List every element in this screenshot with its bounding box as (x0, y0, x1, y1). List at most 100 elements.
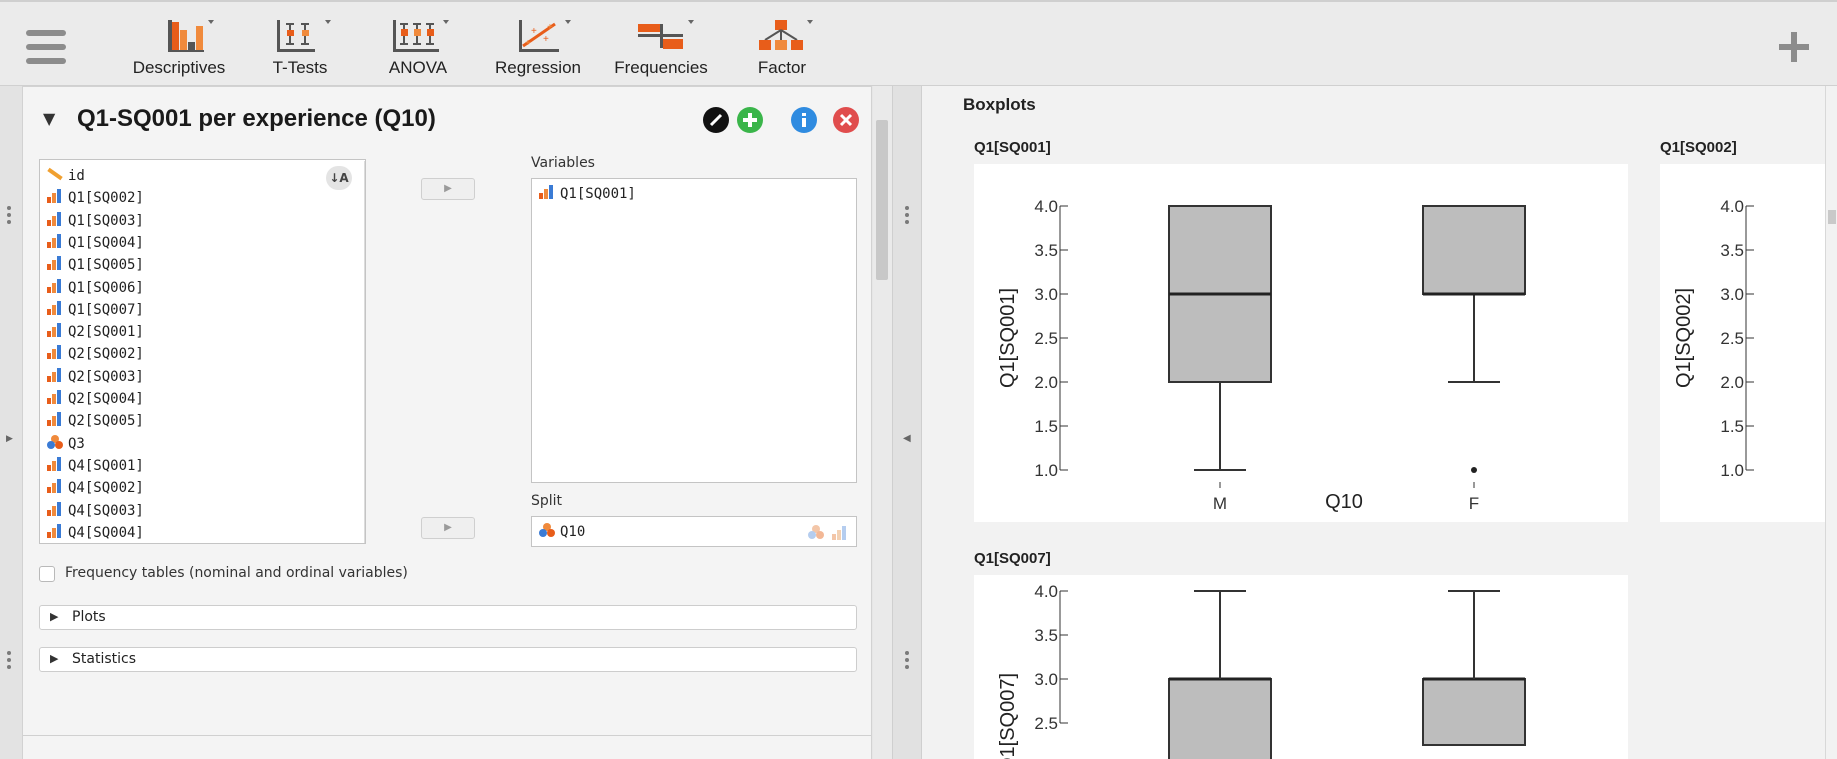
info-icon[interactable] (791, 107, 817, 133)
split-type-hint-icon (806, 524, 850, 544)
add-icon[interactable] (737, 107, 763, 133)
plus-icon[interactable] (1775, 28, 1813, 66)
y-tick-label: 1.5 (1034, 417, 1058, 436)
selected-variable-label: Q1[SQ001] (560, 186, 636, 202)
y-tick-label: 2.5 (1034, 329, 1058, 348)
variable-list-item[interactable]: Q1[SQ006] (46, 277, 144, 299)
ordinal-variable-icon (46, 523, 64, 538)
y-tick-label: 3.0 (1034, 670, 1058, 689)
variable-list-item[interactable]: id (46, 165, 85, 187)
edit-icon[interactable] (703, 107, 729, 133)
drag-grip-icon[interactable] (905, 651, 909, 672)
close-icon[interactable] (833, 107, 859, 133)
ordinal-variable-icon (46, 278, 64, 293)
variable-name: Q1[SQ006] (68, 279, 144, 296)
variable-list-item[interactable]: Q2[SQ003] (46, 366, 144, 388)
variable-list-item[interactable]: Q4[SQ004] (46, 522, 144, 543)
variable-name: Q2[SQ002] (68, 346, 144, 363)
id-variable-icon (46, 166, 64, 181)
variable-list-item[interactable]: Q2[SQ002] (46, 343, 144, 365)
outlier-point (1471, 467, 1477, 473)
scrollbar-thumb[interactable] (876, 120, 888, 280)
ordinal-variable-icon (538, 184, 556, 199)
y-tick-label: 3.0 (1720, 285, 1744, 304)
plots-section[interactable]: ▶ Plots (39, 605, 857, 630)
variable-name: id (68, 168, 85, 184)
drag-grip-icon[interactable] (905, 206, 909, 227)
boxplot-svg: 4.0 3.5 3.0 2.5 Q1[SQ007] (997, 582, 1526, 759)
regression-label: Regression (495, 58, 581, 77)
x-tick-label: F (1469, 494, 1479, 513)
variable-list-item[interactable]: Q2[SQ005] (46, 410, 144, 432)
variable-list-item[interactable]: Q3 (46, 433, 85, 455)
variable-name: Q2[SQ004] (68, 391, 144, 407)
variable-list-item[interactable]: Q4[SQ002] (46, 477, 144, 499)
statistics-section[interactable]: ▶ Statistics (39, 647, 857, 672)
move-to-variables-button[interactable]: ▶ (421, 178, 475, 200)
results-panel: Boxplots Q1[SQ001] 4.0 3.5 3.0 2.5 2.0 1.5 1.0… (922, 86, 1837, 759)
factor-button[interactable]: Factor (740, 12, 824, 78)
variable-name: Q4[SQ001] (68, 457, 144, 474)
variable-list-item[interactable]: Q1[SQ003] (46, 210, 144, 232)
variable-list-scrollbar[interactable] (364, 161, 365, 543)
variables-target-list[interactable]: Q1[SQ001] (531, 178, 857, 483)
source-variable-list[interactable]: id Q1[SQ002] Q1[SQ003] Q1[SQ004] Q1[SQ005] Q1… (39, 159, 366, 544)
drag-grip-icon[interactable] (7, 206, 11, 227)
variable-name: Q4[SQ002] (68, 480, 144, 497)
scrollbar-thumb[interactable] (1828, 210, 1836, 224)
frequencies-button[interactable]: Frequencies (606, 12, 716, 78)
split-target-list[interactable]: Q10 (531, 516, 857, 547)
variable-list-item[interactable]: Q1[SQ005] (46, 254, 144, 276)
ordinal-variable-icon (46, 300, 64, 315)
ordinal-variable-icon (46, 478, 64, 494)
t-tests-button[interactable]: T-Tests (258, 12, 342, 78)
variable-list-item[interactable]: Q1[SQ004] (46, 232, 144, 254)
sort-icon[interactable]: ↓A (326, 166, 352, 190)
y-tick-label: 3.5 (1720, 241, 1744, 260)
boxplot-q1-sq007: 4.0 3.5 3.0 2.5 Q1[SQ007] (974, 575, 1628, 759)
variable-list-item[interactable]: Q4[SQ001] (46, 455, 144, 477)
box (1168, 678, 1272, 759)
variable-list-item[interactable]: Q4[SQ003] (46, 500, 144, 522)
split-variable-label: Q10 (560, 524, 586, 540)
selected-variable[interactable]: Q1[SQ001] (538, 183, 636, 205)
descriptives-button[interactable]: Descriptives (124, 12, 234, 78)
variable-list-item[interactable]: Q2[SQ004] (46, 388, 144, 410)
variable-list-item[interactable]: Q1[SQ002] (46, 187, 144, 209)
ordinal-variable-icon (46, 501, 64, 516)
next-analysis-header[interactable] (23, 735, 871, 759)
drag-grip-icon[interactable] (7, 651, 11, 672)
plot-title: Q1[SQ007] (974, 550, 1051, 567)
results-scrollbar[interactable] (1825, 86, 1837, 759)
analysis-header: ▼ Q1-SQ001 per experience (Q10) (23, 87, 871, 147)
split-label: Split (531, 493, 563, 509)
variable-name: Q1[SQ004] (68, 234, 144, 251)
variable-name: Q1[SQ005] (68, 257, 144, 274)
expand-arrow-icon[interactable]: ▶ (6, 434, 13, 444)
nominal-variable-icon (46, 434, 64, 449)
hamburger-menu-icon[interactable] (26, 30, 66, 64)
variable-name: Q2[SQ003] (68, 368, 144, 385)
regression-button[interactable]: + + + + Regression (488, 12, 588, 78)
expand-arrow-icon: ▶ (50, 652, 59, 665)
anova-button[interactable]: ANOVA (376, 12, 460, 78)
ordinal-variable-icon (46, 411, 64, 427)
frequency-tables-checkbox[interactable] (39, 566, 55, 582)
collapse-left-arrow-icon[interactable]: ◀ (903, 433, 911, 444)
variable-list-item[interactable]: Q1[SQ007] (46, 299, 144, 321)
y-tick-label: 4.0 (1034, 197, 1058, 216)
analysis-options-panel: ▼ Q1-SQ001 per experience (Q10) id Q1[SQ0… (22, 86, 872, 759)
panel-splitter[interactable]: ◀ (892, 86, 922, 759)
collapse-arrow-icon[interactable]: ▼ (43, 109, 55, 128)
move-to-split-button[interactable]: ▶ (421, 517, 475, 539)
analysis-ribbon: Descriptives T-Tests ANOVA + + + + Regre… (0, 0, 1837, 86)
y-tick-label: 1.0 (1720, 461, 1744, 480)
variable-list-item[interactable]: Q2[SQ001] (46, 321, 144, 343)
ordinal-variable-icon (46, 389, 64, 404)
split-variable[interactable]: Q10 (538, 521, 585, 543)
x-axis-label: Q10 (1325, 491, 1363, 513)
frequency-tables-label: Frequency tables (nominal and ordinal va… (65, 565, 408, 581)
analysis-title[interactable]: Q1-SQ001 per experience (Q10) (77, 105, 436, 133)
options-panel-scrollbar[interactable] (873, 86, 892, 759)
boxplot-svg: 4.0 3.5 3.0 2.5 2.0 1.5 1.0 Q1[SQ001] M F Q10 (997, 197, 1526, 513)
